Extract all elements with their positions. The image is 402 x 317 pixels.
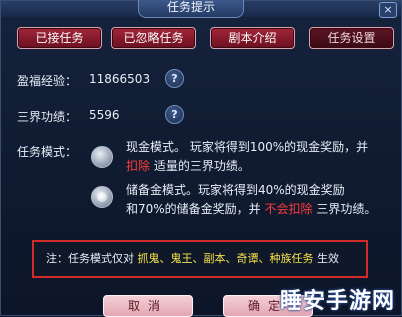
mode-label: 任务模式： — [17, 145, 78, 159]
reserve-mode-radio[interactable] — [91, 186, 113, 208]
reserve-mode-description: 储备金模式。玩家将得到40%的现金奖励 和70%的储备金奖励，并 不会扣除 三界… — [126, 181, 376, 219]
cancel-button[interactable]: 取消 — [103, 295, 193, 317]
cash-mode-line2: 扣除 适量的三界功绩。 — [126, 157, 368, 176]
task-prompt-window: 任务提示 × 已接任务 已忽略任务 剧本介绍 任务设置 盈福经验： 118665… — [0, 0, 402, 317]
exp-label: 盈福经验： — [17, 74, 78, 88]
reserve-mode-line1: 储备金模式。玩家将得到40%的现金奖励 — [126, 183, 345, 197]
note-suffix: 生效 — [313, 252, 339, 265]
window-title: 任务提示 — [138, 0, 244, 18]
radio-selected-dot — [97, 192, 107, 202]
tab-bar: 已接任务 已忽略任务 剧本介绍 任务设置 — [1, 27, 401, 49]
no-deduct-text: 不会扣除 — [264, 202, 313, 216]
cash-mode-line1: 现金模式。 玩家将得到100%的现金奖励，并 — [126, 140, 369, 154]
exp-help-icon[interactable]: ? — [165, 69, 184, 88]
cash-mode-description: 现金模式。 玩家将得到100%的现金奖励，并 扣除 适量的三界功绩。 — [126, 138, 368, 176]
tab-ignored-tasks[interactable]: 已忽略任务 — [111, 27, 196, 49]
tab-task-settings[interactable]: 任务设置 — [309, 27, 394, 49]
note-prefix: 注：任务模式仅对 — [46, 252, 138, 265]
merit-help-icon[interactable]: ? — [165, 105, 184, 124]
merit-value: 5596 — [89, 108, 120, 122]
reserve-mode-line2-pre: 和70%的储备金奖励，并 — [126, 202, 265, 216]
reserve-mode-line2: 和70%的储备金奖励，并 不会扣除 三界功绩。 — [126, 200, 376, 219]
tab-story-intro[interactable]: 剧本介绍 — [210, 27, 295, 49]
exp-value: 11866503 — [89, 72, 151, 86]
title-bar: 任务提示 × — [1, 0, 401, 18]
site-watermark: 睡安手游网 — [279, 289, 395, 314]
tab-accepted-tasks[interactable]: 已接任务 — [17, 27, 102, 49]
deduct-text: 扣除 — [126, 159, 151, 173]
merit-label: 三界功绩： — [17, 110, 78, 124]
cash-mode-radio[interactable] — [91, 146, 113, 168]
task-mode-note: 注：任务模式仅对 抓鬼、鬼王、副本、奇谭、种族任务 生效 — [32, 240, 368, 278]
close-icon[interactable]: × — [379, 2, 397, 18]
cash-mode-line2-rest: 适量的三界功绩。 — [150, 159, 250, 173]
reserve-mode-line2-post: 三界功绩。 — [312, 202, 377, 216]
note-task-types: 抓鬼、鬼王、副本、奇谭、种族任务 — [137, 252, 314, 265]
